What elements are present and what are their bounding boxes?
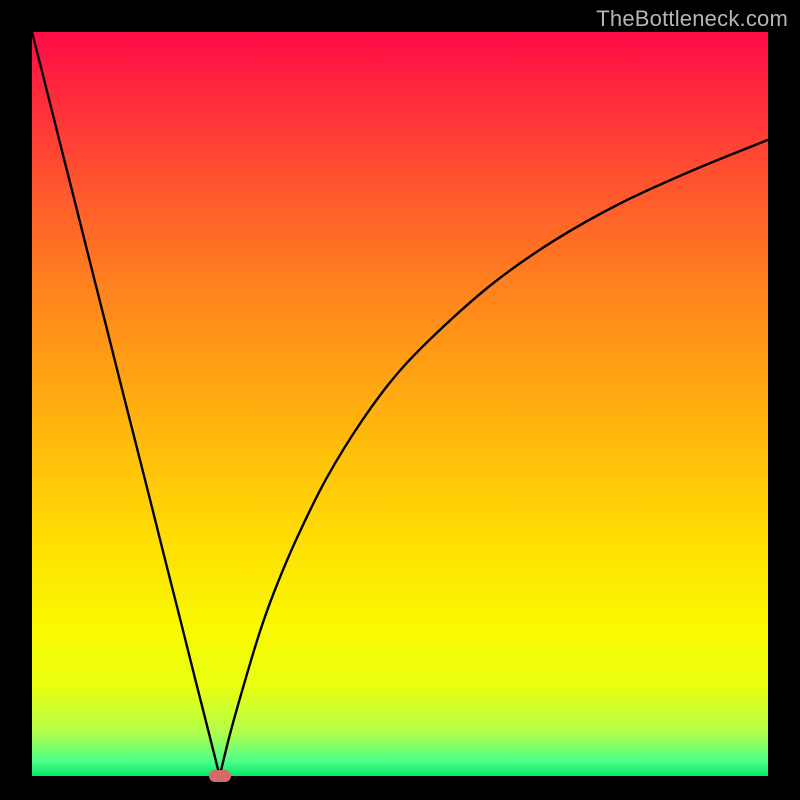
curve-right-branch	[220, 140, 768, 776]
curve-left-branch	[32, 32, 220, 776]
chart-frame: TheBottleneck.com	[0, 0, 800, 800]
bottleneck-marker	[209, 770, 231, 782]
chart-curve	[32, 32, 768, 776]
plot-area	[32, 32, 768, 776]
watermark-text: TheBottleneck.com	[596, 6, 788, 32]
